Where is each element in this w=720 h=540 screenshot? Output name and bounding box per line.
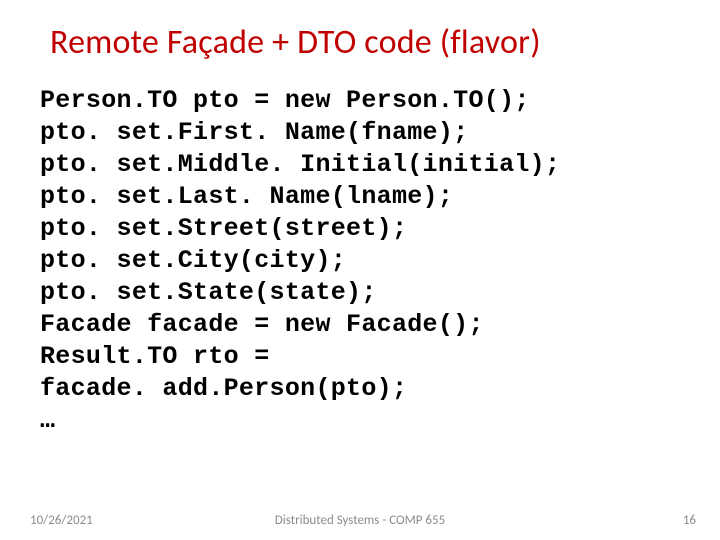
code-line: Facade facade = new Facade(); — [40, 309, 682, 341]
code-line: Person.TO pto = new Person.TO(); — [40, 85, 682, 117]
footer-date: 10/26/2021 — [30, 513, 93, 528]
code-line: pto. set.State(state); — [40, 277, 682, 309]
code-line: facade. add.Person(pto); — [40, 373, 682, 405]
footer-page-number: 16 — [683, 513, 696, 528]
slide: Remote Façade + DTO code (flavor) Person… — [0, 0, 720, 540]
footer-course: Distributed Systems - COMP 655 — [275, 513, 445, 528]
code-line: pto. set.Middle. Initial(initial); — [40, 149, 682, 181]
code-line: … — [40, 405, 682, 437]
code-block: Person.TO pto = new Person.TO(); pto. se… — [38, 85, 682, 437]
code-line: pto. set.First. Name(fname); — [40, 117, 682, 149]
slide-title: Remote Façade + DTO code (flavor) — [38, 22, 682, 63]
code-line: Result.TO rto = — [40, 341, 682, 373]
code-line: pto. set.Street(street); — [40, 213, 682, 245]
code-line: pto. set.Last. Name(lname); — [40, 181, 682, 213]
slide-footer: 10/26/2021 Distributed Systems - COMP 65… — [0, 513, 720, 528]
code-line: pto. set.City(city); — [40, 245, 682, 277]
